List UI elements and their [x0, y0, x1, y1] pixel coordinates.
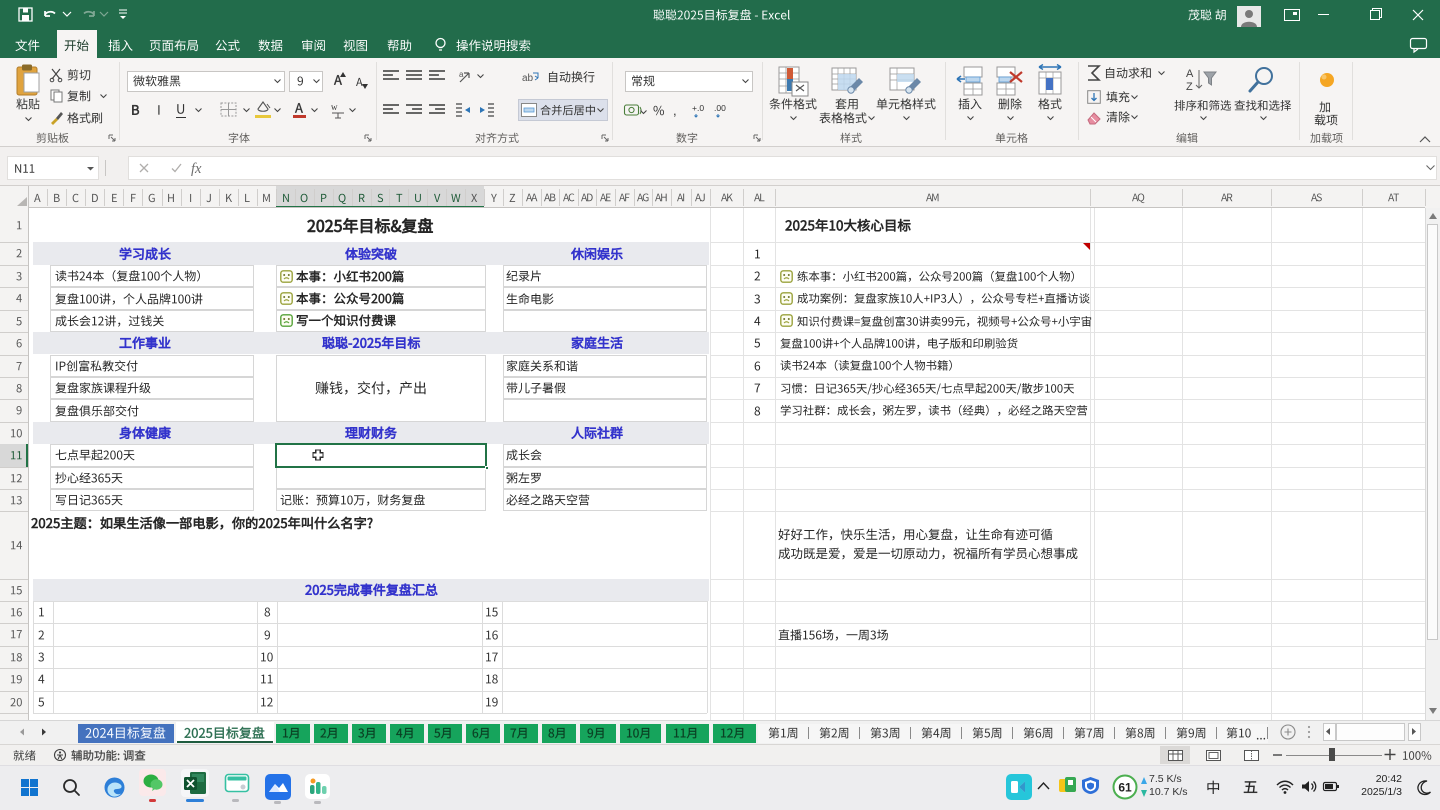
- svg-text:a: a: [459, 70, 464, 79]
- svg-text:+.0: +.0: [692, 103, 704, 113]
- svg-text:20:42: 20:42: [1376, 773, 1402, 785]
- svg-text:2025/1/3: 2025/1/3: [1361, 786, 1402, 798]
- svg-text:10.7 K/s: 10.7 K/s: [1149, 786, 1188, 798]
- svg-text:,: ,: [673, 103, 677, 118]
- svg-text:7.5 K/s: 7.5 K/s: [1149, 773, 1182, 785]
- svg-text:ab: ab: [522, 73, 534, 84]
- svg-text:fx: fx: [191, 161, 202, 177]
- svg-text:w: w: [331, 102, 338, 112]
- svg-text:A: A: [1186, 68, 1194, 80]
- svg-text:.00: .00: [714, 103, 726, 113]
- svg-text:Z: Z: [1186, 81, 1193, 93]
- svg-text:61: 61: [1118, 781, 1132, 795]
